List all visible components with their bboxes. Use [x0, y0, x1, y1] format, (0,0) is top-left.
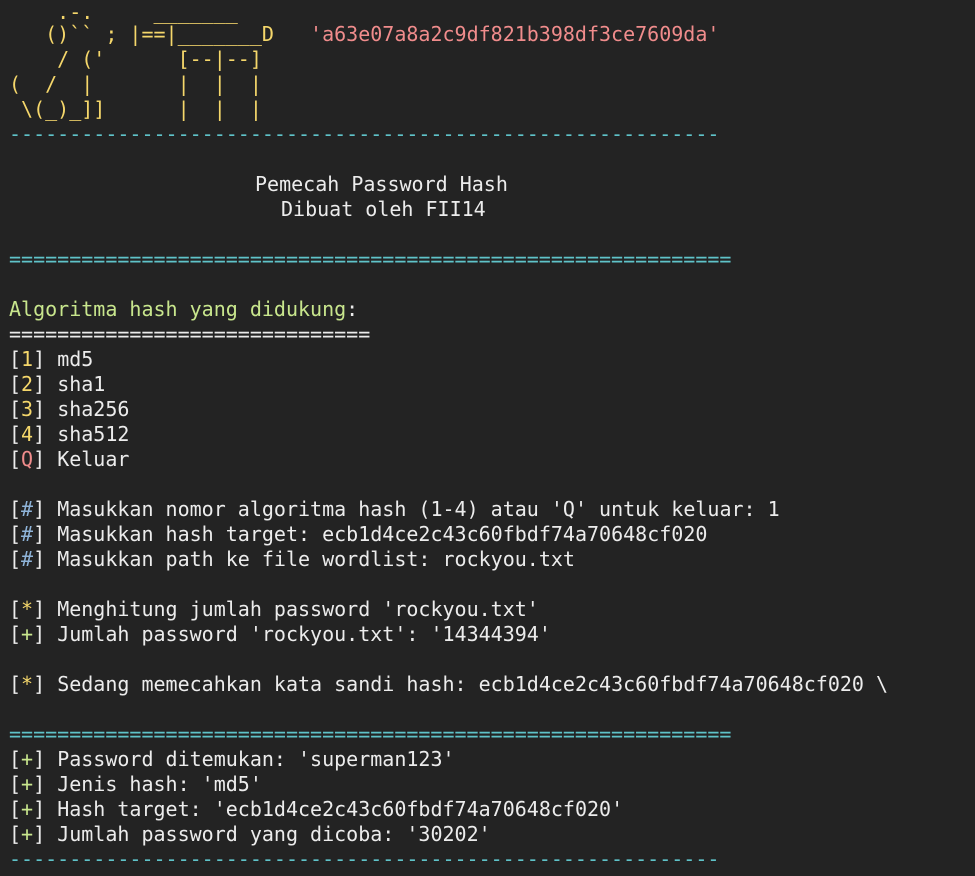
status-counting: [*] Menghitung jumlah password 'rockyou.… [9, 597, 539, 621]
banner-art-line-2: ()`` ; |==|_______D 'a63e07a8a2c9df821b3… [9, 22, 720, 46]
menu-item-quit: [Q] Keluar [9, 447, 130, 471]
title-line-1: Pemecah Password Hash [255, 172, 508, 196]
separator-equals-1: ========================================… [9, 247, 732, 271]
menu-item-md5: [1] md5 [9, 347, 94, 371]
prompt-target-hash: [#] Masukkan hash target: ecb1d4ce2c43c6… [9, 522, 708, 546]
banner-art-line-5: \(_)_]] | | | [9, 97, 262, 121]
prompt-wordlist-path: [#] Masukkan path ke file wordlist: rock… [9, 547, 575, 571]
menu-heading: Algoritma hash yang didukung: [9, 297, 359, 321]
banner-art-line-3: / (' [--|--] [9, 47, 262, 71]
banner-hash-string: 'a63e07a8a2c9df821b398df3ce7609da' [310, 22, 720, 46]
status-password-count: [+] Jumlah password 'rockyou.txt': '1434… [9, 622, 551, 646]
result-hash-target: [+] Hash target: 'ecb1d4ce2c43c60fbdf74a… [9, 797, 624, 821]
result-hash-type: [+] Jenis hash: 'md5' [9, 772, 262, 796]
result-password-found: [+] Password ditemukan: 'superman123' [9, 747, 455, 771]
menu-item-sha256: [3] sha256 [9, 397, 130, 421]
separator-equals-2: ========================================… [9, 722, 732, 746]
banner-art-line-4: ( / | | | | [9, 72, 262, 96]
menu-item-sha512: [4] sha512 [9, 422, 130, 446]
status-cracking: [*] Sedang memecahkan kata sandi hash: e… [9, 672, 889, 696]
result-attempts: [+] Jumlah password yang dicoba: '30202' [9, 822, 491, 846]
separator-dash-top: ----------------------------------------… [9, 122, 720, 146]
terminal-window[interactable]: .-. _______ ()`` ; |==|_______D 'a63e07a… [0, 0, 975, 876]
separator-dash-bottom: ----------------------------------------… [9, 847, 720, 871]
title-line-2: Dibuat oleh FII14 [281, 197, 486, 221]
separator-short-equals: ============================== [9, 322, 371, 346]
prompt-algorithm: [#] Masukkan nomor algoritma hash (1-4) … [9, 497, 780, 521]
menu-item-sha1: [2] sha1 [9, 372, 106, 396]
